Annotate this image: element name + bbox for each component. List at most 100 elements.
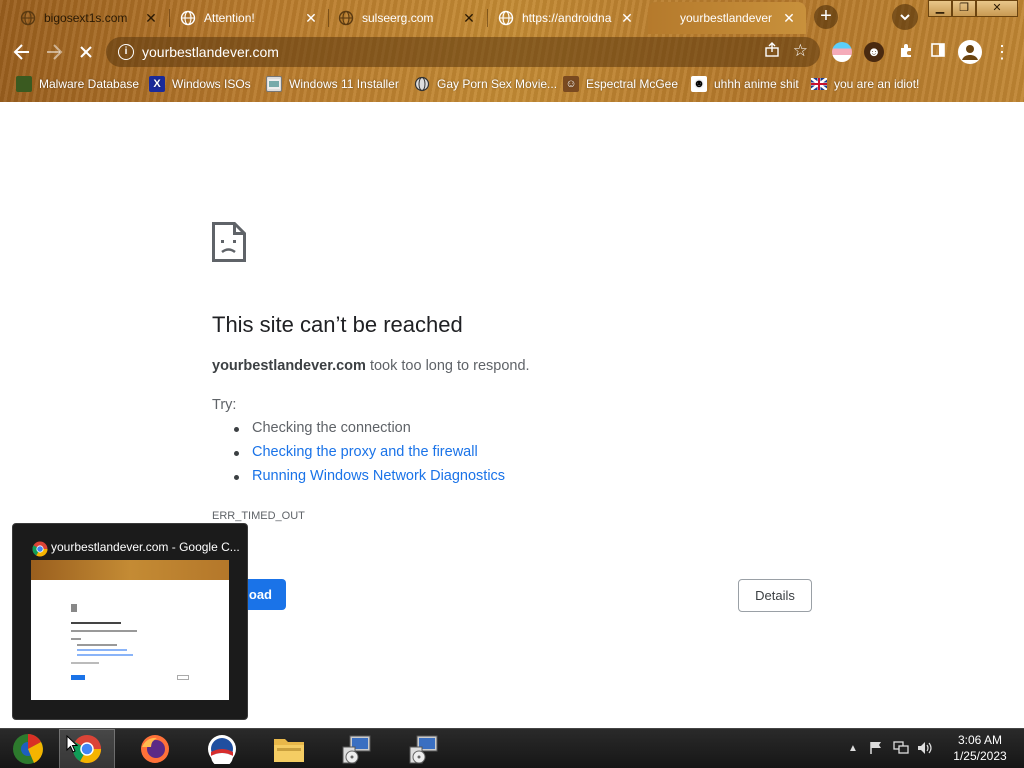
bookmark-label: uhhh anime shit [714,77,799,91]
taskbar-installer-1[interactable] [328,729,384,768]
bookmark-uhhh-anime[interactable]: ☻ uhhh anime shit [691,76,799,92]
thumbnail-line [77,654,133,656]
anime-icon: ☻ [691,76,707,92]
avatar-extension-icon[interactable]: ☻ [864,42,884,62]
bookmark-windows-isos[interactable]: X Windows ISOs [149,76,251,92]
tab-title: yourbestlandever [680,11,773,25]
close-icon[interactable]: ✕ [304,11,318,25]
tab-bigosext1s[interactable]: bigosext1s.com ✕ [0,2,168,34]
profile-icon[interactable] [958,40,982,64]
list-item[interactable]: Running Windows Network Diagnostics [232,468,505,492]
close-icon[interactable]: ✕ [462,11,476,25]
error-domain: yourbestlandever.com [212,358,366,374]
taskbar: ▲ [0,728,1024,768]
firefox-icon [141,735,169,763]
action-center-flag-icon[interactable] [869,741,883,758]
folder-icon [274,739,304,762]
thumbnail-button [177,675,189,680]
share-icon[interactable] [764,42,780,62]
flag-icon [811,76,827,92]
show-hidden-icons-button[interactable]: ▲ [848,743,858,754]
thumbnail-line [71,630,137,632]
bookmark-malware-database[interactable]: Malware Database [16,76,139,92]
error-title: This site can’t be reached [212,312,463,337]
thumbnail-frame [31,560,229,580]
sad-page-icon [212,222,246,262]
list-item: Checking the connection [232,420,505,444]
globe-icon [414,76,430,92]
maximize-button[interactable]: ❐ [952,0,976,17]
obama-logo-icon [208,735,236,764]
minimize-button[interactable]: ▁ [928,0,952,17]
list-item[interactable]: Checking the proxy and the firewall [232,444,505,468]
taskbar-obama-app[interactable] [194,729,250,768]
tab-sulseerg[interactable]: sulseerg.com ✕ [318,2,486,34]
installer-icon [409,735,438,764]
tab-androidna[interactable]: https://androidna ✕ [478,2,644,34]
proxy-firewall-link[interactable]: Checking the proxy and the firewall [252,444,478,460]
start-button[interactable] [0,729,56,768]
globe-icon [338,10,354,26]
stop-loading-button[interactable] [74,40,98,64]
network-diagnostics-link[interactable]: Running Windows Network Diagnostics [252,468,505,484]
bookmark-you-are-an-idiot[interactable]: you are an idiot! [811,76,919,92]
system-clock[interactable]: 3:06 AM 1/25/2023 [940,732,1020,764]
flag-extension-icon[interactable] [832,42,852,62]
menu-icon[interactable]: ⋮ [992,42,1012,62]
address-bar[interactable]: i yourbestlandever.com ☆ [106,37,820,67]
bookmark-star-icon[interactable]: ☆ [793,41,808,61]
taskbar-firefox[interactable] [127,729,183,768]
taskbar-installer-2[interactable] [395,729,451,768]
tab-yourbestlandever[interactable]: yourbestlandever ✕ [648,2,806,34]
suggestion-text: Checking the connection [252,420,411,436]
chrome-icon [32,541,48,557]
clock-time: 3:06 AM [957,733,1003,747]
volume-icon[interactable] [917,741,933,758]
tab-attention[interactable]: Attention! ✕ [160,2,328,34]
bookmark-windows-11-installer[interactable]: Windows 11 Installer [266,76,399,92]
error-code: ERR_TIMED_OUT [212,510,305,522]
close-icon[interactable]: ✕ [620,11,634,25]
taskbar-file-explorer[interactable] [261,729,317,768]
network-icon[interactable] [893,741,909,758]
taskbar-thumbnail-preview[interactable]: yourbestlandever.com - Google C... [12,523,248,720]
thumbnail-line [71,638,81,640]
toolbar: i yourbestlandever.com ☆ ☻ ⋮ [0,34,1024,70]
thumbnail-line [71,662,99,664]
character-icon: ☺ [563,76,579,92]
close-window-button[interactable]: ✕ [976,0,1018,17]
bookmarks-bar: Malware Database X Windows ISOs Windows … [0,70,1024,100]
bookmark-label: Gay Porn Sex Movie... [437,77,558,91]
start-icon [13,734,43,764]
bookmark-gay-porn-sex-movie[interactable]: Gay Porn Sex Movie... [414,76,557,92]
url-text[interactable]: yourbestlandever.com [142,44,279,60]
new-tab-button[interactable]: + [814,5,838,29]
preview-thumbnail [31,560,229,700]
side-panel-icon[interactable] [928,42,948,62]
mouse-cursor-icon [66,735,78,753]
x-icon: X [149,76,165,92]
globe-icon [498,10,514,26]
tab-title: https://androidna [522,11,612,25]
thumbnail-line [77,649,127,651]
close-icon[interactable]: ✕ [782,11,796,25]
site-info-icon[interactable]: i [118,44,134,60]
forward-button[interactable] [42,40,66,64]
error-message-text: took too long to respond. [365,358,530,374]
globe-icon [20,10,36,26]
try-label: Try: [212,397,237,413]
bookmark-label: you are an idiot! [834,77,920,91]
close-icon[interactable]: ✕ [144,11,158,25]
details-button[interactable]: Details [738,579,812,612]
tab-search-button[interactable] [892,4,918,30]
puzzle-icon[interactable] [896,42,916,62]
back-button[interactable] [10,40,34,64]
bookmark-label: Windows ISOs [172,77,251,91]
thumbnail-line [77,644,117,646]
thumbnail-button [71,675,85,680]
browser-frame: bigosext1s.com ✕ Attention! ✕ sulseerg.c… [0,0,1024,102]
tab-title: sulseerg.com [362,11,434,25]
clock-date: 1/25/2023 [953,749,1007,763]
bookmark-espectral-mcgee[interactable]: ☺ Espectral McGee [563,76,678,92]
suggestion-list: Checking the connection Checking the pro… [232,420,505,492]
